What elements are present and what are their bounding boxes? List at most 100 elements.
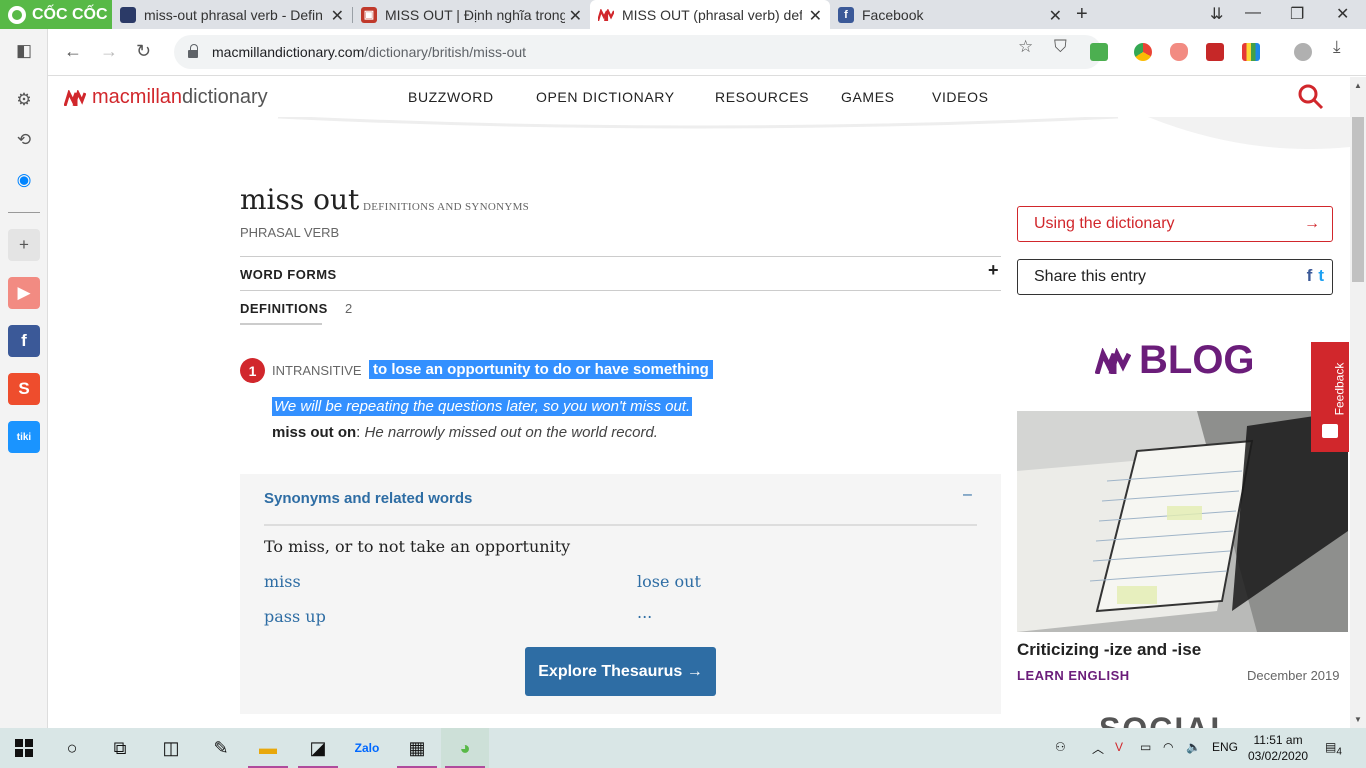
- sidebar-toggle-icon[interactable]: ◧: [8, 35, 40, 67]
- shopee-icon[interactable]: S: [8, 373, 40, 405]
- main-content: miss out DEFINITIONS AND SYNONYMS PHRASA…: [48, 117, 1350, 728]
- youtube-icon[interactable]: ▶: [8, 277, 40, 309]
- coccoc-menu-button[interactable]: CỐC CỐC: [0, 0, 112, 29]
- chrome-extension-icon[interactable]: [1134, 43, 1152, 61]
- add-shortcut-icon[interactable]: +: [8, 229, 40, 261]
- nav-open-dictionary[interactable]: OPEN DICTIONARY: [536, 89, 675, 105]
- task-view-icon[interactable]: ⧉: [96, 728, 144, 768]
- macmillan-logo[interactable]: macmillan dictionary: [64, 86, 268, 109]
- app-tools-icon[interactable]: ▦: [393, 728, 441, 768]
- blog-heading[interactable]: BLOG: [1095, 338, 1255, 383]
- blog-post-title[interactable]: Criticizing -ize and -ise: [1017, 640, 1201, 660]
- synonym-link[interactable]: pass up: [264, 607, 326, 626]
- tab-search-icon[interactable]: ⇊: [1210, 4, 1223, 24]
- language-indicator[interactable]: ENG: [1212, 740, 1238, 754]
- coccoc-taskbar-icon[interactable]: ◕: [441, 728, 489, 768]
- messenger-icon[interactable]: ◉: [8, 164, 40, 196]
- search-circle-icon[interactable]: ○: [48, 728, 96, 768]
- logo-text-dictionary: dictionary: [182, 86, 268, 108]
- windows-start-icon[interactable]: [0, 728, 48, 768]
- collapse-minus-icon[interactable]: –: [963, 486, 972, 504]
- part-of-speech: PHRASAL VERB: [240, 225, 340, 240]
- app-red-icon[interactable]: ◫: [147, 728, 195, 768]
- tray-chevron-icon[interactable]: ︿: [1092, 740, 1104, 757]
- close-icon[interactable]: ✕: [809, 6, 822, 26]
- blog-category[interactable]: LEARN ENGLISH: [1017, 668, 1130, 683]
- share-entry-label: Share this entry: [1034, 268, 1147, 285]
- close-icon[interactable]: ✕: [569, 6, 582, 26]
- downloads-icon[interactable]: ⤓: [1333, 37, 1341, 57]
- gear-icon[interactable]: ⚙: [8, 84, 40, 116]
- clock-date: 03/02/2020: [1248, 749, 1309, 763]
- window-close-icon[interactable]: ✕: [1336, 4, 1349, 24]
- reload-icon[interactable]: ↻: [136, 41, 151, 62]
- blog-logo-icon: [1095, 347, 1131, 374]
- unikey-icon[interactable]: V: [1115, 740, 1123, 754]
- tiki-icon[interactable]: tiki: [8, 421, 40, 453]
- browser-brand: CỐC CỐC: [32, 5, 108, 23]
- synonyms-title[interactable]: Synonyms and related words: [264, 490, 472, 507]
- adblock-icon[interactable]: [1170, 43, 1188, 61]
- battery-icon[interactable]: ▭: [1140, 740, 1151, 754]
- scroll-up-icon[interactable]: ▲: [1354, 81, 1362, 90]
- shield-icon[interactable]: ⛉: [1054, 37, 1067, 57]
- synonym-link[interactable]: miss: [264, 572, 301, 591]
- profile-avatar[interactable]: [1294, 43, 1312, 61]
- lock-icon: [188, 44, 198, 58]
- zalo-icon[interactable]: Zalo: [343, 728, 391, 768]
- page-scrollbar[interactable]: ▲ ▼: [1350, 77, 1366, 728]
- bookmark-star-icon[interactable]: ☆: [1018, 37, 1033, 57]
- tab-facebook[interactable]: f Facebook ✕: [830, 0, 1070, 29]
- notification-center-icon[interactable]: ▤4: [1325, 740, 1342, 757]
- system-clock[interactable]: 11:51 am 03/02/2020: [1248, 732, 1308, 764]
- more-synonyms-link[interactable]: ...: [637, 603, 652, 622]
- facebook-shortcut-icon[interactable]: f: [8, 325, 40, 357]
- logo-text-macmillan: macmillan: [92, 86, 183, 108]
- history-icon[interactable]: ⟲: [8, 124, 40, 156]
- synonym-link[interactable]: lose out: [637, 572, 701, 591]
- close-icon[interactable]: ✕: [331, 6, 344, 26]
- color-extension-icon[interactable]: [1242, 43, 1260, 61]
- feedback-tab[interactable]: Feedback: [1311, 342, 1349, 452]
- scrollbar-thumb[interactable]: [1352, 117, 1364, 282]
- app-paint-icon[interactable]: ✎: [197, 728, 245, 768]
- people-icon[interactable]: ⚇: [1055, 740, 1066, 754]
- tab-macmillan[interactable]: MISS OUT (phrasal verb) defi ✕: [590, 0, 830, 29]
- red-extension-icon[interactable]: [1206, 43, 1224, 61]
- restore-icon[interactable]: ❐: [1290, 4, 1304, 24]
- back-icon[interactable]: ←: [64, 41, 82, 62]
- nav-videos[interactable]: VIDEOS: [932, 89, 989, 105]
- nav-resources[interactable]: RESOURCES: [715, 89, 809, 105]
- feedback-chat-icon: [1322, 424, 1338, 438]
- tab-oxford[interactable]: miss-out phrasal verb - Defin ✕: [112, 0, 352, 29]
- address-bar[interactable]: macmillandictionary.com/dictionary/briti…: [174, 35, 1102, 69]
- using-dictionary-button[interactable]: Using the dictionary →: [1017, 206, 1333, 242]
- nav-buzzword[interactable]: BUZZWORD: [408, 89, 494, 105]
- facebook-share-icon[interactable]: f: [1307, 266, 1313, 286]
- new-tab-button[interactable]: +: [1076, 3, 1088, 26]
- clock-time: 11:51 am: [1253, 733, 1303, 747]
- close-icon[interactable]: ✕: [1049, 6, 1062, 26]
- twitter-share-icon[interactable]: t: [1318, 266, 1324, 286]
- facebook-icon: f: [838, 6, 854, 23]
- wifi-icon[interactable]: ◠: [1163, 740, 1173, 754]
- expand-plus-icon[interactable]: +: [988, 260, 999, 281]
- volume-icon[interactable]: 🔈: [1186, 740, 1201, 754]
- word-forms-toggle[interactable]: WORD FORMS: [240, 267, 337, 282]
- share-entry-box: Share this entry f t: [1017, 259, 1333, 295]
- explore-thesaurus-button[interactable]: Explore Thesaurus →: [525, 647, 716, 696]
- file-explorer-icon[interactable]: ▬: [244, 728, 292, 768]
- minimize-icon[interactable]: —: [1245, 4, 1261, 22]
- search-icon[interactable]: [1298, 84, 1324, 110]
- blog-post-image[interactable]: [1017, 411, 1348, 632]
- feedback-label: Feedback: [1332, 362, 1347, 416]
- scroll-down-icon[interactable]: ▼: [1354, 715, 1362, 724]
- browser-sidebar: ◧ ⚙ ⟲ ◉ + ▶ f S tiki: [0, 29, 48, 728]
- nav-games[interactable]: GAMES: [841, 89, 895, 105]
- tab-cambridge[interactable]: ▣ MISS OUT | Định nghĩa trong ✕: [353, 0, 590, 29]
- tab-definitions[interactable]: DEFINITIONS: [240, 301, 328, 316]
- sticky-notes-icon[interactable]: ◪: [294, 728, 342, 768]
- forward-icon[interactable]: →: [100, 41, 118, 62]
- site-header: macmillan dictionary BUZZWORD OPEN DICTIO…: [48, 77, 1350, 117]
- download-extension-icon[interactable]: [1090, 43, 1108, 61]
